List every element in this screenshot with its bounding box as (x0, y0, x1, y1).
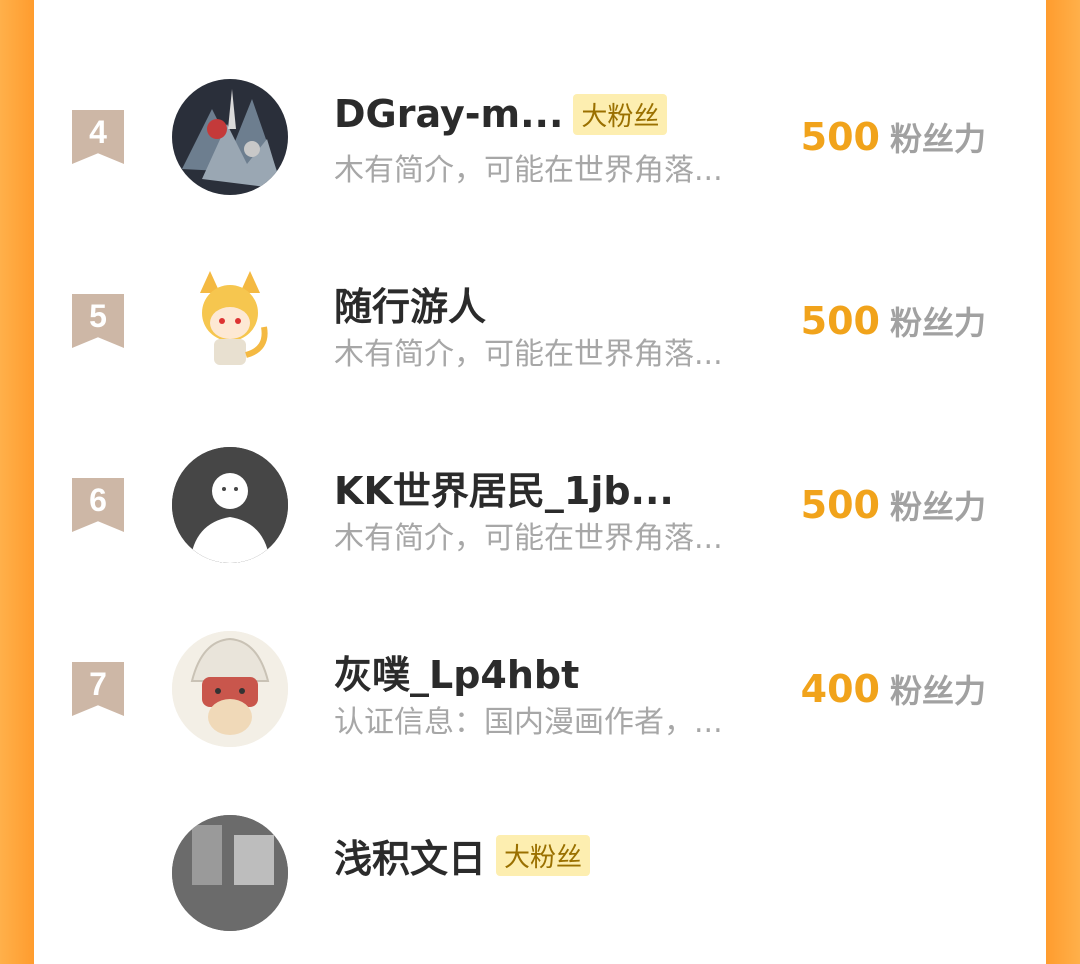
user-description: 木有简介，可能在世界角落... (334, 153, 723, 188)
list-item-rank-5[interactable]: 5 随行游人 木有简介，可能在世界角落... 500 粉丝力 (34, 228, 1046, 412)
fan-power-value: 500 (800, 115, 880, 159)
avatar-image (172, 631, 288, 747)
fan-power-unit: 粉丝力 (889, 120, 986, 158)
fan-power-unit: 粉丝力 (889, 304, 986, 342)
avatar-image (172, 79, 288, 195)
avatar-image (172, 263, 288, 379)
fan-power-value: 400 (800, 667, 880, 711)
user-name[interactable]: KK世界居民_1jb... (334, 460, 674, 515)
user-description: 木有简介，可能在世界角落... (334, 337, 723, 372)
name-line: 随行游人 (334, 276, 486, 331)
fan-power: 400 粉丝力 (801, 666, 986, 712)
name-line: KK世界居民_1jb... (334, 460, 674, 515)
rank-badge: 5 (72, 294, 124, 348)
fan-power: 500 粉丝力 (801, 482, 986, 528)
default-user-icon (172, 447, 288, 563)
user-description: 认证信息：国内漫画作者，... (334, 705, 723, 740)
fan-power-value: 500 (800, 483, 880, 527)
avatar[interactable] (172, 79, 288, 195)
fan-ranking-list: 4 DGray-m... 大粉丝 木有简介，可能在世界角落... 500 粉丝力… (34, 0, 1046, 931)
avatar[interactable] (172, 631, 288, 747)
fan-power-unit: 粉丝力 (889, 672, 986, 710)
list-item-rank-4[interactable]: 4 DGray-m... 大粉丝 木有简介，可能在世界角落... 500 粉丝力 (34, 44, 1046, 228)
user-name[interactable]: 随行游人 (334, 276, 486, 331)
fan-level-badge: 大粉丝 (573, 93, 668, 135)
list-item-rank-8[interactable]: 浅积文日 大粉丝 (34, 780, 1046, 964)
name-line: DGray-m... 大粉丝 (334, 92, 668, 136)
fan-power-unit: 粉丝力 (889, 488, 986, 526)
avatar[interactable] (172, 263, 288, 379)
avatar[interactable] (172, 815, 288, 931)
rank-badge: 7 (72, 662, 124, 716)
name-line: 浅积文日 大粉丝 (334, 828, 591, 883)
fan-power: 500 粉丝力 (801, 114, 986, 160)
fan-level-badge: 大粉丝 (496, 835, 591, 876)
list-item-rank-7[interactable]: 7 灰噗_Lp4hbt 认证信息：国内漫画作者，... 400 粉丝力 (34, 596, 1046, 780)
avatar[interactable] (172, 447, 288, 563)
rank-badge: 4 (72, 110, 124, 164)
name-line: 灰噗_Lp4hbt (334, 644, 579, 699)
avatar-image (172, 815, 288, 931)
user-name[interactable]: 浅积文日 (334, 828, 486, 883)
list-item-rank-6[interactable]: 6 KK世界居民_1jb... 木有简介，可能在世界角落... 500 粉丝力 (34, 412, 1046, 596)
user-description: 木有简介，可能在世界角落... (334, 521, 723, 556)
user-name[interactable]: 灰噗_Lp4hbt (334, 644, 579, 699)
rank-badge: 6 (72, 478, 124, 532)
fan-power-value: 500 (800, 299, 880, 343)
fan-power: 500 粉丝力 (801, 298, 986, 344)
user-name[interactable]: DGray-m... (334, 92, 563, 136)
